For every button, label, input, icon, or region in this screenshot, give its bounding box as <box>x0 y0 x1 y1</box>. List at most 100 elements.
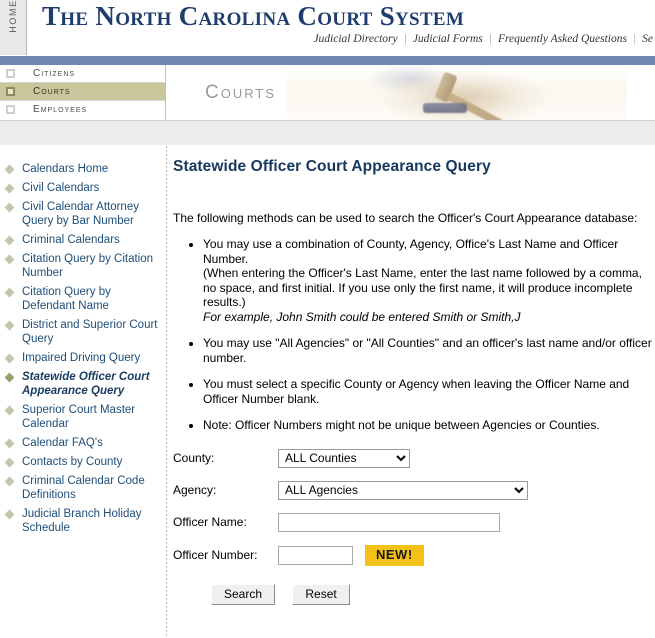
sidebar-item-civil-calendar-attorney-query[interactable]: Civil Calendar Attorney Query by Bar Num… <box>0 200 166 233</box>
sidebar-item-label: Contacts by County <box>22 456 123 468</box>
reset-button[interactable]: Reset <box>292 583 350 605</box>
methods-list: You may use a combination of County, Age… <box>173 237 653 433</box>
section-tab-label: Courts <box>33 86 71 97</box>
page-body: Calendars Home Civil Calendars Civil Cal… <box>0 146 655 638</box>
sidebar-item-label: Statewide Officer Court Appearance Query <box>22 371 150 397</box>
utility-nav-separator: | <box>488 33 492 45</box>
officer-name-input[interactable] <box>278 512 500 532</box>
utility-link-search[interactable]: Se <box>642 33 653 45</box>
sidebar-item-label: Impaired Driving Query <box>22 352 141 364</box>
diamond-bullet-icon <box>4 164 15 175</box>
officer-number-label: Officer Number: <box>173 548 258 562</box>
sidebar-nav: Calendars Home Civil Calendars Civil Cal… <box>0 146 166 638</box>
sidebar-item-citation-query-by-citation-number[interactable]: Citation Query by Citation Number <box>0 252 166 285</box>
search-button[interactable]: Search <box>211 583 276 605</box>
sidebar-item-criminal-calendar-code-definitions[interactable]: Criminal Calendar Code Definitions <box>0 474 166 507</box>
sidebar-item-label: Civil Calendars <box>22 182 100 194</box>
section-tab-courts[interactable]: Courts <box>0 83 165 101</box>
site-header: HOME The North Carolina Court System Jud… <box>0 0 655 55</box>
content-divider <box>166 146 167 638</box>
sidebar-item-contacts-by-county[interactable]: Contacts by County <box>0 455 166 474</box>
sidebar-item-label: Civil Calendar Attorney Query by Bar Num… <box>22 201 139 227</box>
content-spacer <box>0 121 655 146</box>
diamond-bullet-icon <box>4 509 15 520</box>
diamond-bullet-icon <box>4 353 15 364</box>
utility-nav-separator: | <box>632 33 637 45</box>
diamond-bullet-icon <box>4 438 15 449</box>
diamond-bullet-icon <box>4 476 15 487</box>
diamond-bullet-icon <box>4 183 15 194</box>
list-item: You may use a combination of County, Age… <box>203 237 653 324</box>
officer-number-input[interactable] <box>278 545 353 565</box>
sidebar-item-label: Calendar FAQ's <box>22 437 103 449</box>
home-label: HOME <box>8 0 18 33</box>
sidebar-item-label: District and Superior Court Query <box>22 319 158 345</box>
sidebar-item-impaired-driving-query[interactable]: Impaired Driving Query <box>0 351 166 370</box>
diamond-bullet-icon <box>4 254 15 265</box>
form-buttons: Search Reset <box>173 583 653 605</box>
sidebar-item-criminal-calendars[interactable]: Criminal Calendars <box>0 233 166 252</box>
utility-link-judicial-forms[interactable]: Judicial Forms <box>413 33 483 45</box>
diamond-bullet-icon <box>4 457 15 468</box>
sidebar-item-label: Criminal Calendar Code Definitions <box>22 475 145 501</box>
intro-text: The following methods can be used to sea… <box>173 211 638 225</box>
bullet-line: You may use "All Agencies" or "All Count… <box>203 336 652 365</box>
sidebar-item-label: Judicial Branch Holiday Schedule <box>22 508 142 534</box>
agency-label: Agency: <box>173 483 217 497</box>
section-tab-citizens[interactable]: Citizens <box>0 65 165 83</box>
diamond-bullet-icon <box>4 202 15 213</box>
section-nav-row: Citizens Courts Employees Courts <box>0 65 655 121</box>
list-item: Note: Officer Numbers might not be uniqu… <box>203 418 653 433</box>
sidebar-item-citation-query-by-defendant-name[interactable]: Citation Query by Defendant Name <box>0 285 166 318</box>
sidebar-item-judicial-branch-holiday-schedule[interactable]: Judicial Branch Holiday Schedule <box>0 507 166 540</box>
section-banner: Courts <box>167 65 655 120</box>
utility-nav-separator: | <box>403 33 407 45</box>
sidebar-item-civil-calendars[interactable]: Civil Calendars <box>0 181 166 200</box>
bullet-example-line: For example, John Smith could be entered… <box>203 309 521 324</box>
square-bullet-icon <box>6 87 15 96</box>
section-tab-label: Citizens <box>33 68 76 79</box>
site-title: The North Carolina Court System <box>42 1 465 31</box>
utility-nav: Judicial Directory | Judicial Forms | Freque… <box>253 33 655 45</box>
sidebar-item-calendar-faqs[interactable]: Calendar FAQ's <box>0 436 166 455</box>
sidebar-item-calendars-home[interactable]: Calendars Home <box>0 162 166 181</box>
bullet-line: Note: Officer Numbers might not be uniqu… <box>203 418 600 432</box>
sidebar-item-label: Calendars Home <box>22 163 109 175</box>
sidebar-item-district-and-superior-court-query[interactable]: District and Superior Court Query <box>0 318 166 351</box>
bullet-line: You may use a combination of County, Age… <box>203 237 619 266</box>
sidebar-item-label: Citation Query by Citation Number <box>22 253 154 279</box>
sidebar-item-superior-court-master-calendar[interactable]: Superior Court Master Calendar <box>0 403 166 436</box>
square-bullet-icon <box>6 105 15 114</box>
sidebar-item-label: Citation Query by Defendant Name <box>22 286 111 312</box>
sidebar-item-label: Criminal Calendars <box>22 234 120 246</box>
bullet-line: (When entering the Officer's Last Name, … <box>203 266 642 309</box>
officer-name-label: Officer Name: <box>173 515 247 529</box>
officer-number-row: Officer Number: NEW! <box>173 544 653 566</box>
diamond-bullet-icon <box>4 372 15 383</box>
home-tab[interactable]: HOME <box>0 0 27 55</box>
main-content: Statewide Officer Court Appearance Query… <box>173 146 653 638</box>
diamond-bullet-icon <box>4 320 15 331</box>
county-row: County: ALL Counties <box>173 448 653 468</box>
diamond-bullet-icon <box>4 405 15 416</box>
agency-select[interactable]: ALL Agencies <box>278 480 528 500</box>
header-blue-rule <box>0 55 655 65</box>
county-label: County: <box>173 451 215 465</box>
banner-title: Courts <box>205 82 276 103</box>
diamond-bullet-icon <box>4 287 15 298</box>
list-item: You must select a specific County or Age… <box>203 377 653 406</box>
section-tab-label: Employees <box>33 104 88 115</box>
utility-link-faq[interactable]: Frequently Asked Questions <box>498 33 627 45</box>
section-tabs: Citizens Courts Employees <box>0 65 166 120</box>
agency-row: Agency: ALL Agencies <box>173 480 653 500</box>
square-bullet-icon <box>6 69 15 78</box>
section-tab-employees[interactable]: Employees <box>0 101 165 119</box>
sidebar-item-label: Superior Court Master Calendar <box>22 404 136 430</box>
new-badge: NEW! <box>365 544 424 566</box>
county-select[interactable]: ALL Counties <box>278 448 410 468</box>
sidebar-item-statewide-officer-court-appearance-query[interactable]: Statewide Officer Court Appearance Query <box>0 370 166 403</box>
utility-link-judicial-directory[interactable]: Judicial Directory <box>313 33 397 45</box>
officer-name-row: Officer Name: <box>173 512 653 532</box>
gavel-photo <box>287 65 627 120</box>
page-title: Statewide Officer Court Appearance Query <box>173 158 491 175</box>
